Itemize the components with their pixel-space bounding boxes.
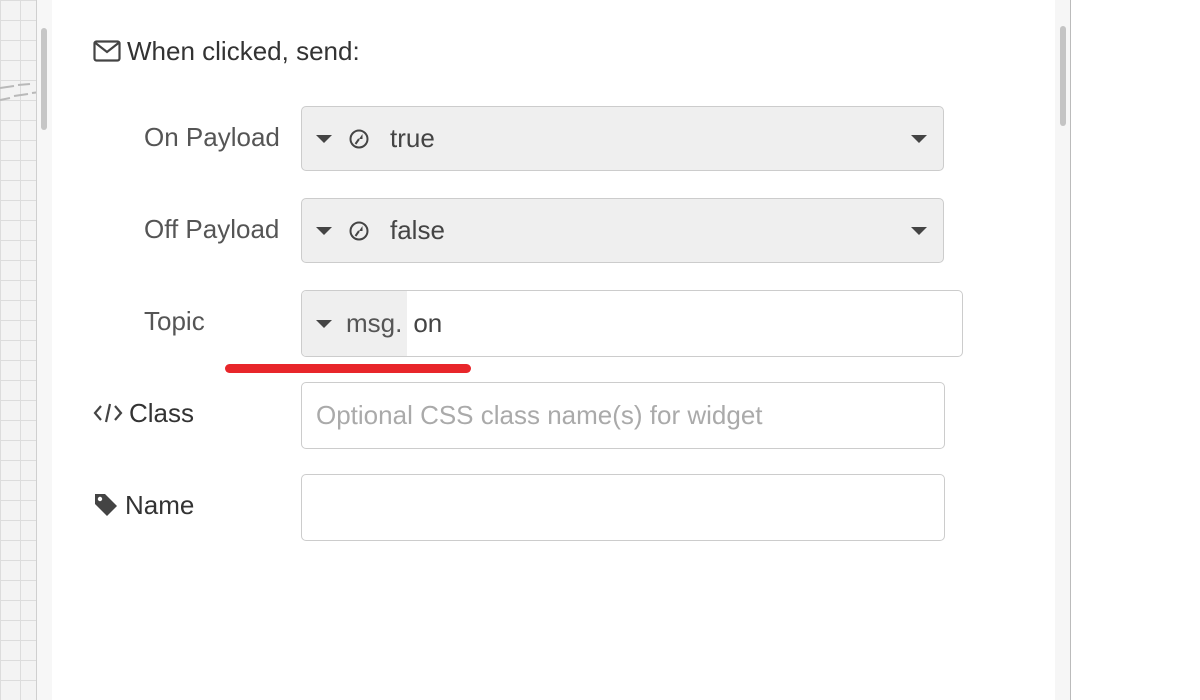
class-label: Class [93,396,194,430]
topic-typed-input[interactable]: msg. on [301,290,963,357]
name-label-text: Name [125,489,195,520]
topic-prefix: msg. [346,308,403,338]
off-payload-type-button[interactable] [302,199,370,262]
on-payload-value: true [390,123,435,153]
boolean-icon [349,221,369,240]
annotation-underline [225,364,471,373]
class-input[interactable] [301,382,945,449]
workspace-scrollbar[interactable] [41,28,47,130]
envelope-icon [93,40,121,62]
dialog-scrollbar-thumb[interactable] [1060,26,1066,126]
off-payload-label: Off Payload [144,213,280,244]
on-payload-label: On Payload [144,121,280,152]
on-payload-select[interactable]: true [301,106,944,171]
flow-workspace[interactable] [0,0,40,700]
off-payload-select[interactable]: false [301,198,944,263]
section-heading: When clicked, send: [93,36,360,66]
caret-down-icon [316,319,332,328]
dropdown-caret-icon [911,226,927,235]
flow-wire [0,83,40,101]
caret-down-icon [316,134,332,143]
topic-label: Topic [144,305,205,336]
section-title: When clicked, send: [127,35,360,66]
code-icon [93,403,123,423]
dropdown-caret-icon [911,134,927,143]
off-payload-value: false [390,215,445,245]
topic-input[interactable]: on [407,291,962,356]
boolean-icon [349,129,369,148]
topic-type-button[interactable]: msg. [302,291,408,356]
tag-icon [95,494,117,516]
class-label-text: Class [129,397,195,428]
name-label: Name [93,488,194,522]
caret-down-icon [316,226,332,235]
on-payload-type-button[interactable] [302,107,370,170]
name-input[interactable] [301,474,945,541]
